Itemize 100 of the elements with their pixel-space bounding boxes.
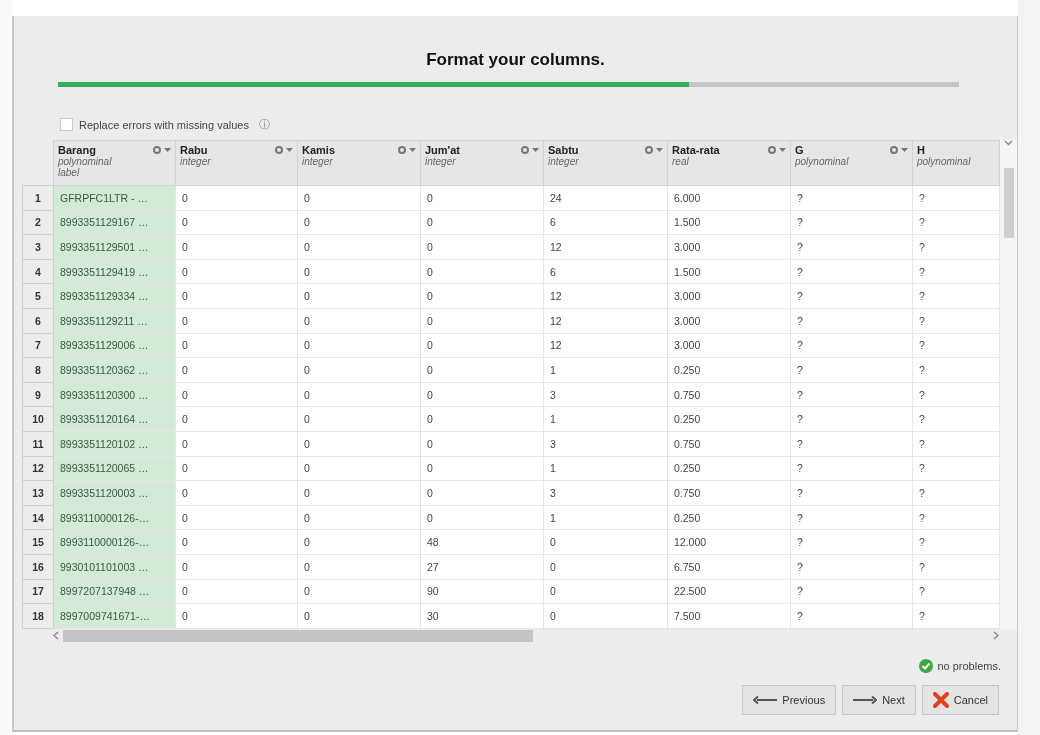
- table-cell: 6: [543, 259, 668, 284]
- table-cell: 0: [297, 333, 421, 358]
- column-header[interactable]: Kamis integer: [297, 140, 421, 186]
- table-cell: 0.750: [667, 480, 791, 506]
- table-cell: 0: [420, 480, 544, 506]
- table-cell: ?: [790, 259, 913, 284]
- table-cell: ?: [912, 603, 1000, 629]
- table-cell: ?: [790, 333, 913, 358]
- table-cell: 0: [420, 283, 544, 309]
- table-cell: 0: [175, 579, 298, 604]
- table-cell: ?: [912, 431, 1000, 457]
- vertical-scrollbar[interactable]: [1000, 140, 1017, 629]
- table-cell: 0: [297, 234, 421, 260]
- table-cell: 12: [543, 308, 668, 334]
- column-type: polynominal: [917, 156, 972, 167]
- table-cell: 8993351129419 …: [53, 259, 176, 284]
- table-cell: 0: [175, 283, 298, 309]
- table-cell: 90: [420, 579, 544, 604]
- arrow-right-icon: [853, 695, 878, 704]
- table-cell: ?: [790, 603, 913, 629]
- dialog-title: Format your columns.: [426, 50, 605, 70]
- table-cell: ?: [912, 505, 1000, 530]
- table-cell: ?: [912, 259, 1000, 284]
- table-cell: ?: [912, 382, 1000, 407]
- table-cell: 0: [297, 603, 421, 629]
- table-cell: 0.250: [667, 456, 791, 481]
- table-cell: ?: [912, 185, 1000, 211]
- table-cell: 0: [175, 357, 298, 383]
- table-cell: 0: [175, 505, 298, 530]
- table-cell: 0: [175, 210, 298, 235]
- column-header[interactable]: Rabu integer: [175, 140, 298, 186]
- column-header[interactable]: Barang polynominal label: [53, 140, 176, 186]
- table-cell: ?: [912, 234, 1000, 260]
- row-number: 5: [22, 283, 54, 309]
- table-cell: 0: [297, 382, 421, 407]
- table-cell: ?: [790, 234, 913, 260]
- row-number: 6: [22, 308, 54, 334]
- table-cell: 8993351129167 …: [53, 210, 176, 235]
- column-header[interactable]: H polynominal: [912, 140, 1000, 186]
- caret-icon: [286, 147, 293, 153]
- column-header[interactable]: G polynominal: [790, 140, 913, 186]
- table-cell: 0: [175, 333, 298, 358]
- scrollbar-thumb[interactable]: [1003, 168, 1014, 238]
- table-cell: 8993351120164 …: [53, 406, 176, 432]
- table-cell: 0: [297, 529, 421, 555]
- table-cell: 0: [297, 480, 421, 506]
- row-number: 1: [22, 185, 54, 211]
- table-cell: 0: [420, 185, 544, 211]
- table-cell: 1: [543, 357, 668, 383]
- table-cell: 22.500: [667, 579, 791, 604]
- column-type: integer: [180, 156, 212, 167]
- gear-icon: [275, 146, 283, 154]
- table-cell: ?: [912, 480, 1000, 506]
- row-number: 14: [22, 505, 54, 530]
- column-type: real: [672, 156, 690, 167]
- check-icon: [919, 658, 934, 673]
- row-number: 11: [22, 431, 54, 457]
- info-icon: ⓘ: [258, 117, 270, 132]
- column-header[interactable]: Jum'at integer: [420, 140, 544, 186]
- column-type: polynominal: [58, 156, 113, 167]
- cancel-button[interactable]: Cancel: [921, 684, 999, 715]
- column-header[interactable]: Rata-rata real: [667, 140, 791, 186]
- table-cell: 0: [420, 456, 544, 481]
- table-cell: 0: [420, 357, 544, 383]
- caret-icon: [164, 147, 171, 153]
- row-number: 8: [22, 357, 54, 383]
- column-name: G: [795, 144, 804, 156]
- column-header[interactable]: Sabtu integer: [543, 140, 668, 186]
- table-cell: 3: [543, 480, 668, 506]
- caret-icon: [409, 147, 416, 153]
- caret-icon: [901, 147, 908, 153]
- row-number: 7: [22, 333, 54, 358]
- previous-button[interactable]: Previous: [742, 684, 837, 715]
- table-cell: 0: [175, 259, 298, 284]
- table-cell: 8993351120300 …: [53, 382, 176, 407]
- checkbox[interactable]: [60, 118, 73, 131]
- table-cell: ?: [912, 406, 1000, 432]
- table-cell: ?: [912, 579, 1000, 604]
- row-number: 12: [22, 456, 54, 481]
- table-cell: 0: [297, 283, 421, 309]
- table-cell: 6: [543, 210, 668, 235]
- scrollbar-thumb[interactable]: [63, 629, 533, 642]
- column-type: polynominal: [795, 156, 850, 167]
- row-number: 2: [22, 210, 54, 235]
- table-cell: 0: [297, 406, 421, 432]
- table-cell: 0: [175, 480, 298, 506]
- column-type: integer: [302, 156, 334, 167]
- table-cell: 12: [543, 333, 668, 358]
- table-cell: 3.000: [667, 308, 791, 334]
- table-cell: 0: [175, 431, 298, 457]
- table-cell: 12: [543, 234, 668, 260]
- column-role: label: [58, 167, 80, 178]
- table-cell: GFRPFC1LTR - …: [53, 185, 176, 211]
- table-cell: 0: [297, 431, 421, 457]
- table-cell: 3.000: [667, 283, 791, 309]
- table-cell: 0: [297, 505, 421, 530]
- table-cell: 0: [175, 554, 298, 579]
- next-button[interactable]: Next: [842, 684, 916, 715]
- table-cell: 0: [543, 554, 668, 579]
- table-cell: 0: [420, 431, 544, 457]
